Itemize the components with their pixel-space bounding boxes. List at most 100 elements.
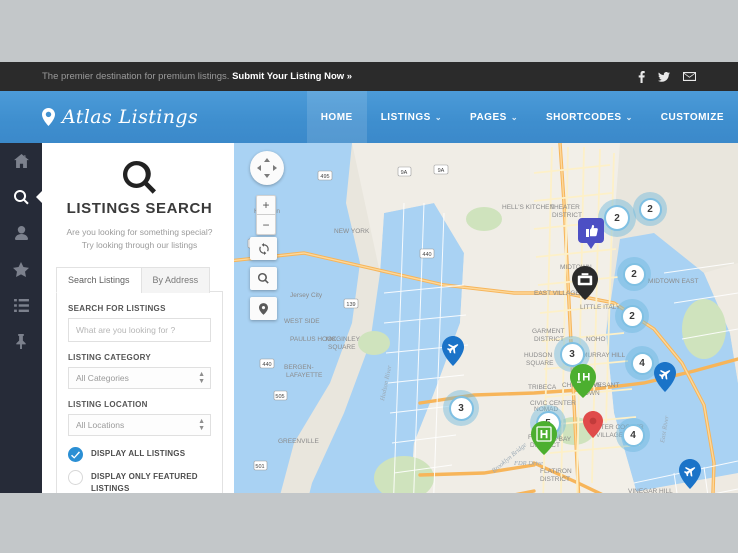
nav-item-customize[interactable]: CUSTOMIZE [647, 91, 738, 143]
rail-item-pinned[interactable] [0, 323, 42, 359]
map-basemap: Jersey City WEST SIDE MCGINLEY SQUARE HE… [234, 143, 738, 493]
brand-logo[interactable]: Atlas Listings [42, 91, 198, 143]
submit-listing-link[interactable]: Submit Your Listing Now » [232, 71, 352, 82]
rail-item-profile[interactable] [0, 215, 42, 251]
svg-text:SQUARE: SQUARE [526, 360, 554, 367]
topbar-message: The premier destination for premium list… [42, 71, 230, 82]
svg-text:440: 440 [422, 252, 431, 258]
twitter-icon[interactable] [658, 71, 670, 82]
rail-item-home[interactable] [0, 143, 42, 179]
svg-text:DISTRICT: DISTRICT [540, 476, 570, 483]
map-locate-control[interactable] [250, 297, 277, 320]
svg-text:NEW YORK: NEW YORK [334, 228, 370, 235]
topbar-message-wrap: The premier destination for premium list… [42, 62, 352, 91]
map-pin-hospital[interactable] [531, 421, 557, 455]
panel-inner: LISTINGS SEARCH Are you looking for some… [42, 143, 237, 493]
listings-map[interactable]: Jersey City WEST SIDE MCGINLEY SQUARE HE… [234, 143, 738, 493]
left-icon-rail [0, 143, 43, 493]
nav-item-shortcodes[interactable]: SHORTCODES ⌄ [532, 91, 647, 143]
search-field-label: SEARCH FOR LISTINGS [68, 304, 166, 314]
svg-text:SQUARE: SQUARE [328, 344, 356, 351]
cluster-count: 2 [622, 262, 646, 286]
user-icon [14, 226, 28, 240]
cluster-count: 2 [620, 304, 644, 328]
page-root: The premier destination for premium list… [0, 0, 738, 553]
map-pin-featured[interactable] [578, 218, 604, 249]
svg-text:LITTLE ITALY: LITTLE ITALY [580, 304, 621, 311]
listings-search-panel: LISTINGS SEARCH Are you looking for some… [42, 143, 237, 493]
map-pin-airplane[interactable] [442, 336, 464, 366]
panel-subtitle-line2: Try looking through our listings [81, 240, 198, 251]
svg-text:HELL'S KITCHEN: HELL'S KITCHEN [502, 204, 554, 211]
radio-checked-icon [68, 447, 83, 463]
tab-by-address[interactable]: By Address [140, 267, 211, 294]
svg-text:VINEGAR HILL: VINEGAR HILL [628, 488, 673, 493]
facebook-icon[interactable] [638, 70, 645, 83]
svg-text:501: 501 [255, 464, 264, 470]
site-canvas: The premier destination for premium list… [0, 62, 738, 493]
map-pin-airplane[interactable] [679, 459, 701, 489]
svg-text:HUDSON: HUDSON [524, 352, 552, 359]
category-select[interactable]: All Categories [68, 367, 211, 390]
radio-display-all[interactable]: DISPLAY ALL LISTINGS [68, 447, 211, 463]
map-cluster[interactable]: 2 [633, 192, 667, 226]
pushpin-icon [15, 333, 27, 349]
cluster-count: 2 [604, 205, 630, 231]
map-pin-park[interactable] [570, 364, 596, 398]
search-input[interactable] [68, 318, 211, 343]
radio-display-featured-label: DISPLAY ONLY FEATURED LISTINGS [91, 472, 198, 493]
nav-label-customize: CUSTOMIZE [660, 111, 724, 123]
cluster-count: 3 [559, 341, 585, 367]
map-pin-selected[interactable] [583, 411, 603, 438]
nav-label-listings: LISTINGS [380, 111, 431, 123]
list-icon [13, 298, 29, 312]
svg-text:FLATIRON: FLATIRON [540, 468, 572, 475]
rail-item-favorites[interactable] [0, 251, 42, 287]
cluster-count: 2 [638, 197, 662, 221]
nav-item-home[interactable]: HOME [306, 91, 367, 143]
radio-display-featured[interactable]: DISPLAY ONLY FEATURED LISTINGS [68, 470, 211, 493]
nav-label-shortcodes: SHORTCODES [546, 111, 622, 123]
search-tabs: Search Listings By Address [56, 266, 223, 294]
svg-text:MIDTOWN EAST: MIDTOWN EAST [648, 278, 698, 285]
svg-text:BERGEN-: BERGEN- [284, 364, 314, 371]
map-pin-icon [259, 302, 268, 315]
svg-text:GREENVILLE: GREENVILLE [278, 438, 319, 445]
panel-subtitle-line1: Are you looking for something special? [66, 227, 213, 237]
location-field-label: LISTING LOCATION [68, 400, 148, 410]
rail-item-search[interactable] [0, 179, 43, 215]
map-pin-airplane[interactable] [654, 362, 676, 392]
plus-icon: + [262, 198, 270, 212]
svg-text:139: 139 [346, 302, 355, 308]
svg-text:NOHO: NOHO [586, 336, 606, 343]
home-icon [13, 154, 29, 168]
svg-text:WEST SIDE: WEST SIDE [284, 318, 320, 325]
map-cluster[interactable]: 2 [617, 257, 651, 291]
pan-compass-control[interactable] [250, 151, 284, 185]
tab-search-listings[interactable]: Search Listings [56, 267, 142, 294]
map-cluster[interactable]: 2 [615, 299, 649, 333]
map-cluster[interactable]: 3 [443, 390, 479, 426]
location-select[interactable]: All Locations [68, 414, 211, 437]
map-pin-briefcase[interactable] [572, 266, 598, 300]
rail-item-listings[interactable] [0, 287, 42, 323]
map-extra-controls [250, 237, 277, 327]
compass-icon [250, 151, 284, 185]
radio-display-all-label: DISPLAY ALL LISTINGS [91, 449, 186, 459]
map-cluster[interactable]: 4 [616, 418, 650, 452]
panel-search-glyph-wrap [56, 161, 223, 195]
category-field-label: LISTING CATEGORY [68, 353, 152, 363]
svg-text:505: 505 [275, 394, 284, 400]
zoom-out-control[interactable]: − [256, 215, 276, 235]
nav-item-pages[interactable]: PAGES ⌄ [456, 91, 532, 143]
map-search-control[interactable] [250, 267, 277, 290]
reset-map-control[interactable] [250, 237, 277, 260]
chevron-down-icon: ⌄ [434, 112, 443, 122]
svg-text:FDR Drive: FDR Drive [513, 460, 543, 467]
svg-text:9A: 9A [438, 168, 445, 174]
svg-text:THEATER: THEATER [550, 204, 580, 211]
nav-item-listings[interactable]: LISTINGS ⌄ [367, 91, 456, 143]
email-icon[interactable] [683, 72, 696, 81]
category-select-wrap: All Categories ▲ ▼ [68, 367, 211, 390]
zoom-in-control[interactable]: + [256, 195, 276, 215]
